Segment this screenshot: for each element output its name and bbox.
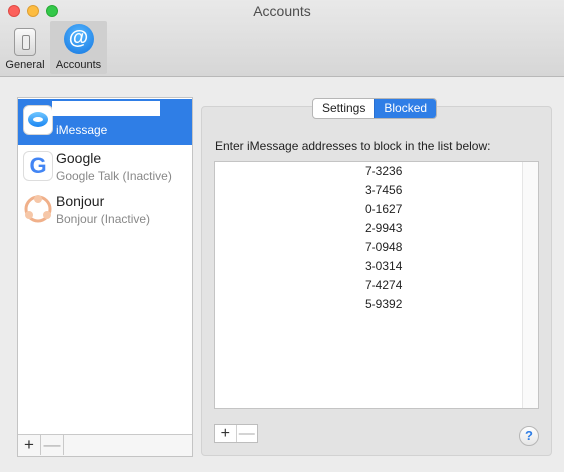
blocked-list[interactable]: 7-3236 3-7456 0-1627 2-9943 7-0948 3-031… xyxy=(214,161,539,409)
toolbar-general-tab[interactable]: General xyxy=(2,21,48,74)
settings-blocked-tabs: Settings Blocked xyxy=(312,98,438,119)
window-title: Accounts xyxy=(253,3,311,19)
bonjour-icon xyxy=(23,194,53,224)
toolbar-general-label: General xyxy=(5,59,45,71)
list-item[interactable]: 3-0314 xyxy=(365,258,402,274)
account-item-bonjour[interactable]: Bonjour Bonjour (Inactive) xyxy=(18,188,192,234)
list-item[interactable]: 7-3236 xyxy=(365,163,402,179)
remove-account-button[interactable]: — xyxy=(41,435,64,455)
blocked-instruction: Enter iMessage addresses to block in the… xyxy=(215,139,491,153)
account-name: Google xyxy=(56,150,102,166)
account-item-imessage[interactable]: iMessage xyxy=(18,99,192,145)
window-toolbar: Accounts General @ Accounts xyxy=(0,0,564,77)
list-item[interactable]: 0-1627 xyxy=(365,201,402,217)
account-status: iMessage xyxy=(56,123,108,137)
toolbar-accounts-label: Accounts xyxy=(55,59,102,71)
list-item[interactable]: 5-9392 xyxy=(365,296,402,312)
blocked-list-scrollbar[interactable] xyxy=(522,162,538,408)
toolbar-accounts-tab[interactable]: @ Accounts xyxy=(50,21,107,74)
imessage-icon xyxy=(23,105,53,135)
remove-blocked-button[interactable]: — xyxy=(235,425,258,442)
tab-settings[interactable]: Settings xyxy=(313,99,374,118)
at-icon: @ xyxy=(63,24,94,54)
account-name-redaction xyxy=(52,101,160,116)
google-icon: G xyxy=(23,151,53,181)
list-item[interactable]: 2-9943 xyxy=(365,220,402,236)
account-name: Bonjour xyxy=(56,193,105,209)
help-button[interactable]: ? xyxy=(519,426,539,446)
tab-blocked[interactable]: Blocked xyxy=(374,99,437,118)
account-status: Bonjour (Inactive) xyxy=(56,212,151,226)
list-item[interactable]: 3-7456 xyxy=(365,182,402,198)
account-status: Google Talk (Inactive) xyxy=(56,169,172,183)
blocked-list-buttons: + — xyxy=(214,424,258,443)
add-blocked-button[interactable]: + xyxy=(215,425,236,442)
list-item[interactable]: 7-4274 xyxy=(365,277,402,293)
add-account-button[interactable]: + xyxy=(18,435,41,455)
accounts-list: iMessage G Google Google Talk (Inactive)… xyxy=(17,97,193,457)
account-item-google[interactable]: G Google Google Talk (Inactive) xyxy=(18,145,192,191)
switch-icon xyxy=(14,28,36,56)
accounts-list-footer: + — xyxy=(18,434,192,456)
list-item[interactable]: 7-0948 xyxy=(365,239,402,255)
